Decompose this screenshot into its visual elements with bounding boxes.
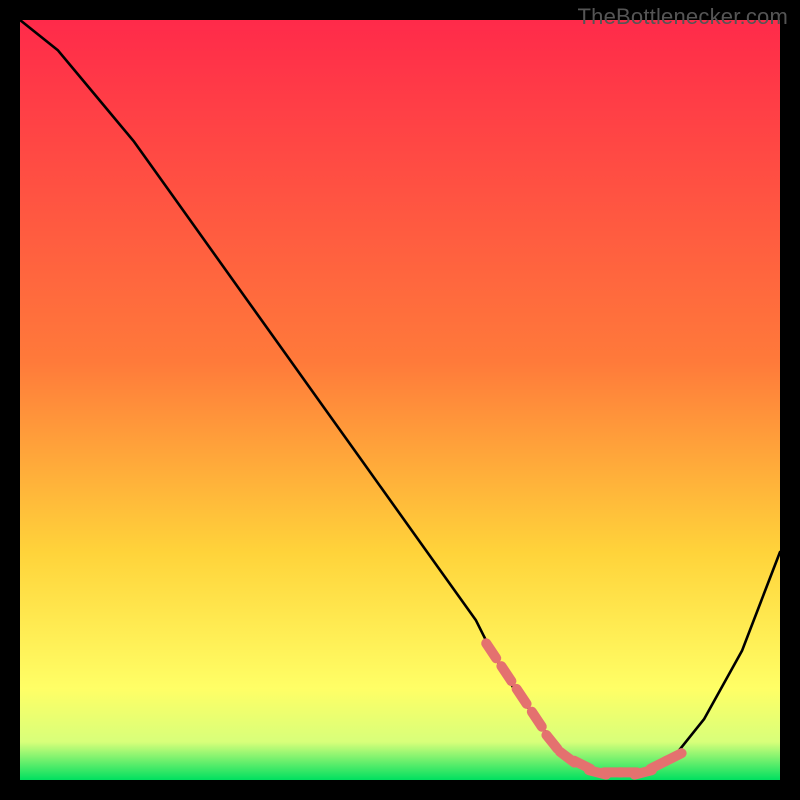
chart-container: TheBottlenecker.com bbox=[0, 0, 800, 800]
bottleneck-plot bbox=[0, 0, 800, 800]
plot-background bbox=[20, 20, 780, 780]
watermark-text: TheBottlenecker.com bbox=[578, 4, 788, 30]
